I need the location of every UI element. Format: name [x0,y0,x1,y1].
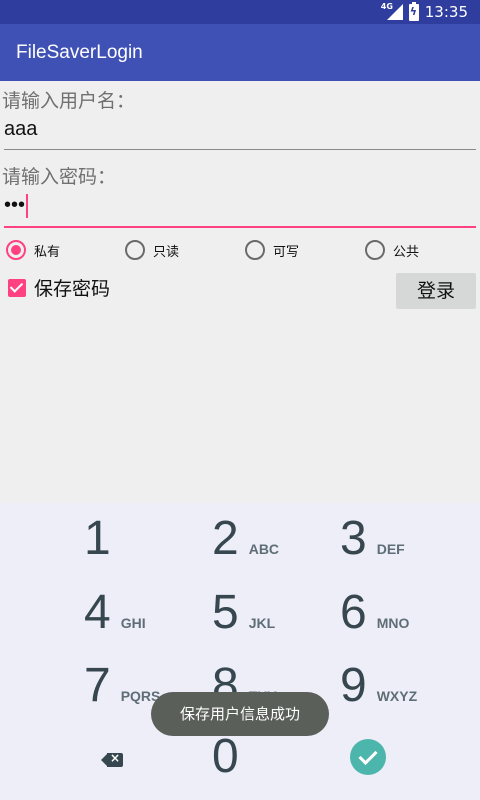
backspace-icon[interactable]: × [101,751,123,767]
radio-checked-icon [6,240,26,260]
password-value: ••• [4,194,26,216]
clock: 13:35 [424,3,468,21]
radio-unchecked-icon [125,240,145,260]
radio-private[interactable]: 私有 [6,240,60,260]
key-9[interactable]: 9 WXYZ [340,658,417,713]
checkbox-checked-icon [8,278,26,297]
save-password-checkbox[interactable]: 保存密码 [8,274,110,301]
save-password-label: 保存密码 [34,278,111,300]
username-field[interactable]: aaa [4,112,476,150]
key-4[interactable]: 4 GHI [84,585,146,640]
username-value: aaa [4,118,38,140]
toast-message: 保存用户信息成功 [151,692,329,736]
key-2[interactable]: 2 ABC [212,511,279,566]
app-title: FileSaverLogin [16,42,143,63]
key-3[interactable]: 3 DEF [340,511,405,566]
radio-writable[interactable]: 可写 [245,240,299,260]
password-label: 请输入密码： [2,166,117,188]
password-field[interactable]: ••• [4,190,476,228]
radio-label: 可写 [273,244,300,260]
status-bar: 4G ϟ 13:35 [0,0,480,24]
key-0[interactable]: 0 [212,729,239,784]
radio-readonly[interactable]: 只读 [125,240,179,260]
radio-public[interactable]: 公共 [365,240,419,260]
key-6[interactable]: 6 MNO [340,585,409,640]
radio-label: 公共 [393,244,420,260]
radio-unchecked-icon [365,240,385,260]
key-1[interactable]: 1 [84,511,111,566]
file-mode-radio-group: 私有 只读 可写 公共 [0,236,480,266]
signal-icon: 4G [381,2,403,20]
numeric-keyboard: 1 2ABC 3DEF 4GHI 5JKL 6MNO 7PQRS 8TUV 9W… [0,503,480,800]
key-7[interactable]: 7 PQRS [84,658,160,713]
username-label: 请输入用户名： [2,90,136,112]
app-bar: FileSaverLogin [0,24,480,81]
radio-label: 私有 [34,244,61,260]
radio-label: 只读 [153,244,180,260]
radio-unchecked-icon [245,240,265,260]
login-button[interactable]: 登录 [396,273,476,309]
battery-charging-icon: ϟ [408,1,419,21]
check-icon[interactable] [350,739,386,775]
text-cursor [26,194,28,218]
key-5[interactable]: 5 JKL [212,585,275,640]
